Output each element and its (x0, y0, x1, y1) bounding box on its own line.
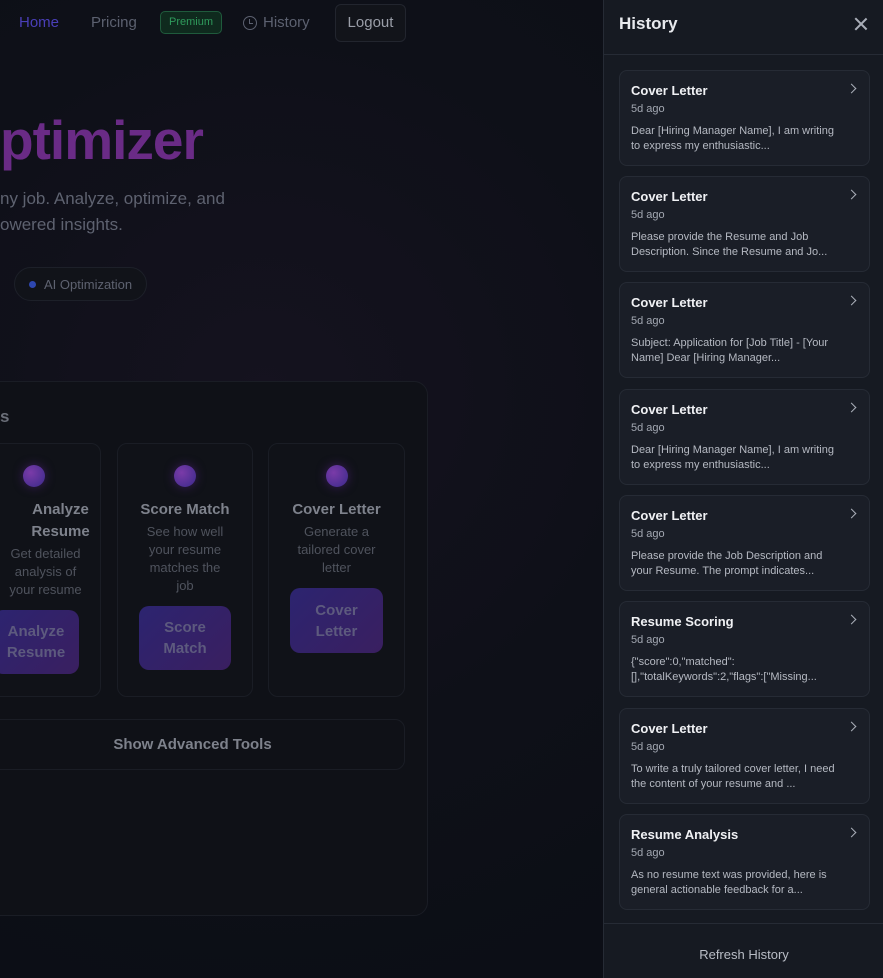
history-item-time: 5d ago (631, 103, 665, 115)
chevron-right-icon (846, 721, 857, 732)
tool-card-cover-letter: Cover Letter Generate a tailored cover l… (268, 443, 405, 697)
score-icon (174, 465, 196, 487)
history-item-time: 5d ago (631, 634, 665, 646)
score-match-button[interactable]: Score Match (139, 606, 231, 670)
history-item-preview: Please provide the Resume and Job Descri… (631, 231, 828, 258)
close-icon[interactable] (853, 16, 869, 32)
tool-card-score: Score Match See how well your resume mat… (117, 443, 253, 697)
cover-letter-icon (326, 465, 348, 487)
premium-badge: Premium (160, 11, 223, 34)
nav-history-link[interactable]: History (243, 14, 310, 31)
nav-history-label: History (263, 14, 310, 31)
history-item-title: Cover Letter (631, 721, 708, 736)
drawer-title: History (619, 14, 678, 33)
history-item-title: Resume Analysis (631, 827, 739, 842)
tool-description: See how well your resume matches the job (146, 524, 224, 593)
drawer-footer: Refresh History (604, 923, 883, 978)
analyze-icon (23, 465, 45, 487)
logout-button[interactable]: Logout (335, 4, 406, 42)
history-item-time: 5d ago (631, 422, 665, 434)
history-item[interactable]: Cover Letter 5d ago Please provide the J… (619, 495, 870, 591)
history-item-preview: To write a truly tailored cover letter, … (631, 763, 835, 790)
history-item-time: 5d ago (631, 528, 665, 540)
chevron-right-icon (846, 508, 857, 519)
history-item[interactable]: Resume Scoring 5d ago {"score":0,"matche… (619, 601, 870, 697)
hero-subtitle-line-1: ny job. Analyze, optimize, and (0, 189, 225, 208)
status-dot-icon (29, 280, 36, 288)
hero-subtitle-line-2: owered insights. (0, 215, 123, 234)
chevron-right-icon (846, 83, 857, 94)
history-item-time: 5d ago (631, 741, 665, 753)
hero-title: ptimizer (0, 109, 204, 171)
history-item[interactable]: Cover Letter 5d ago Subject: Application… (619, 282, 870, 378)
history-item[interactable]: Cover Letter 5d ago To write a truly tai… (619, 708, 870, 804)
nav-pricing-link[interactable]: Pricing (91, 14, 137, 31)
pill-label: AI Optimization (44, 276, 133, 292)
tools-heading: s (0, 407, 10, 426)
tool-card-analyze: Analyze Resume Get detailed analysis of … (0, 443, 101, 697)
tool-title: Analyze Resume (31, 501, 90, 540)
ai-optimization-pill: AI Optimization (14, 267, 148, 301)
history-item-preview: As no resume text was provided, here is … (631, 869, 827, 896)
history-item-preview: {"score":0,"matched":[],"totalKeywords":… (631, 656, 817, 683)
show-advanced-tools-button[interactable]: Show Advanced Tools (0, 719, 405, 770)
app-page: Home Pricing Premium History Logout ptim… (0, 0, 883, 978)
tool-title: Cover Letter (292, 501, 381, 518)
history-item-title: Cover Letter (631, 189, 708, 204)
history-list: Cover Letter 5d ago Dear [Hiring Manager… (619, 70, 871, 922)
history-item-preview: Subject: Application for [Job Title] - [… (631, 337, 829, 364)
history-item-time: 5d ago (631, 847, 665, 859)
history-item-time: 5d ago (631, 315, 665, 327)
clock-icon (243, 15, 257, 30)
history-drawer: History Cover Letter 5d ago Dear [Hiring… (603, 0, 883, 978)
chevron-right-icon (846, 614, 857, 625)
history-item[interactable]: Cover Letter 5d ago Please provide the R… (619, 176, 870, 272)
drawer-header: History (604, 0, 883, 55)
analyze-resume-button[interactable]: Analyze Resume (0, 610, 79, 674)
history-item[interactable]: Cover Letter 5d ago Dear [Hiring Manager… (619, 389, 870, 485)
tool-description: Get detailed analysis of your resume (9, 546, 82, 597)
chevron-right-icon (846, 402, 857, 413)
history-item-preview: Please provide the Job Description and y… (631, 550, 823, 577)
chevron-right-icon (846, 189, 857, 200)
hero-subtitle: ny job. Analyze, optimize, and owered in… (0, 186, 225, 238)
history-item-title: Resume Scoring (631, 614, 734, 629)
nav-home-link[interactable]: Home (19, 14, 59, 31)
tool-description: Generate a tailored cover letter (297, 524, 376, 575)
history-item-title: Cover Letter (631, 402, 708, 417)
history-item[interactable]: Cover Letter 5d ago Dear [Hiring Manager… (619, 70, 870, 166)
cover-letter-button[interactable]: Cover Letter (290, 588, 383, 653)
history-item-preview: Dear [Hiring Manager Name], I am writing… (631, 444, 834, 471)
tool-title: Score Match (140, 501, 230, 518)
history-item-preview: Dear [Hiring Manager Name], I am writing… (631, 125, 834, 152)
refresh-history-button[interactable]: Refresh History (604, 924, 883, 978)
history-item-time: 5d ago (631, 209, 665, 221)
chevron-right-icon (846, 827, 857, 838)
chevron-right-icon (846, 295, 857, 306)
history-item[interactable]: Resume Analysis 5d ago As no resume text… (619, 814, 870, 910)
history-item-title: Cover Letter (631, 83, 708, 98)
history-item-title: Cover Letter (631, 295, 708, 310)
history-item-title: Cover Letter (631, 508, 708, 523)
